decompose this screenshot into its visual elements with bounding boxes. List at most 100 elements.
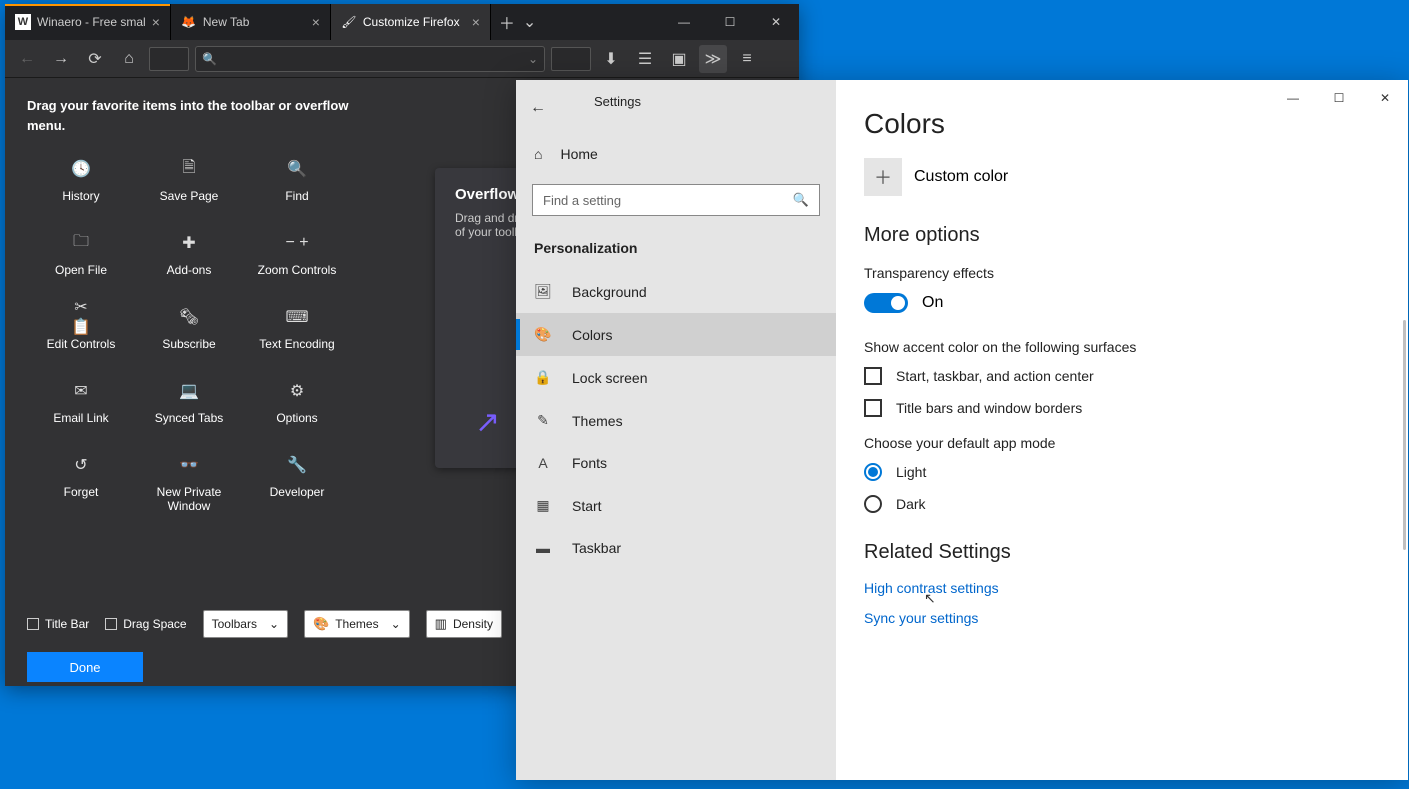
item-open-file[interactable]: 🗀Open File <box>27 233 135 277</box>
cursor-icon: ↖ <box>924 590 936 607</box>
link-high-contrast[interactable]: High contrast settings <box>864 580 1380 596</box>
home-button[interactable]: ⌂ <box>115 45 143 73</box>
favicon-firefox: 🦊 <box>181 14 197 30</box>
checkbox-titlebars[interactable]: Title bars and window borders <box>864 399 1380 417</box>
item-zoom[interactable]: − +Zoom Controls <box>243 233 351 277</box>
related-heading: Related Settings <box>864 541 1380 564</box>
favicon-winaero: W <box>15 14 31 30</box>
titlebar-checkbox[interactable]: Title Bar <box>27 617 89 631</box>
item-find[interactable]: 🔍Find <box>243 159 351 203</box>
menu-button[interactable]: ≡ <box>733 45 761 73</box>
theme-icon: 🎨 <box>313 616 329 632</box>
checkbox-start-taskbar[interactable]: Start, taskbar, and action center <box>864 367 1380 385</box>
overflow-illustration: ↗ <box>475 405 500 440</box>
dragspace-checkbox[interactable]: Drag Space <box>105 617 186 631</box>
sidebar-button[interactable]: ▣ <box>665 45 693 73</box>
transparency-toggle[interactable] <box>864 293 908 313</box>
zoom-icon: − + <box>287 233 307 253</box>
tab-label: Customize Firefox <box>363 15 460 29</box>
more-options-heading: More options <box>864 224 1380 247</box>
density-dropdown[interactable]: ▥Density <box>426 610 502 638</box>
radio-light[interactable]: Light <box>864 463 1380 481</box>
tab-label: Winaero - Free smal <box>37 15 146 29</box>
item-subscribe[interactable]: 🗞Subscribe <box>135 307 243 351</box>
tab-customize[interactable]: 🖌 Customize Firefox × <box>331 4 491 40</box>
close-button[interactable]: ✕ <box>1362 80 1408 116</box>
folder-icon: 🗀 <box>71 233 91 253</box>
flex-space[interactable] <box>149 47 189 71</box>
toolbars-dropdown[interactable]: Toolbars⌄ <box>203 610 288 638</box>
item-developer[interactable]: 🔧Developer <box>243 455 351 513</box>
firefox-tabbar: W Winaero - Free smal × 🦊 New Tab × 🖌 Cu… <box>5 4 799 40</box>
history-icon: 🕓 <box>71 159 91 179</box>
item-options[interactable]: ⚙Options <box>243 381 351 425</box>
nav-lockscreen[interactable]: 🔒Lock screen <box>516 356 836 399</box>
item-encoding[interactable]: ⌨Text Encoding <box>243 307 351 351</box>
item-email[interactable]: ✉Email Link <box>27 381 135 425</box>
accent-surfaces-label: Show accent color on the following surfa… <box>864 339 1380 355</box>
theme-icon: ✎ <box>534 412 552 429</box>
item-private[interactable]: 👓New Private Window <box>135 455 243 513</box>
flex-space[interactable] <box>551 47 591 71</box>
search-input[interactable]: Find a setting 🔍 <box>532 184 820 216</box>
link-sync-settings[interactable]: Sync your settings <box>864 610 1380 626</box>
start-icon: ▦ <box>534 497 552 514</box>
minimize-button[interactable]: — <box>1270 80 1316 116</box>
library-button[interactable]: ☰ <box>631 45 659 73</box>
transparency-label: Transparency effects <box>864 265 1380 281</box>
nav-home[interactable]: ⌂ Home <box>516 134 836 174</box>
customize-instruction: Drag your favorite items into the toolba… <box>27 96 367 135</box>
forward-button[interactable]: → <box>47 45 75 73</box>
custom-color-button[interactable]: ＋ Custom color <box>864 158 1380 196</box>
alltabs-button[interactable]: ⌄ <box>523 12 536 32</box>
find-icon: 🔍 <box>287 159 307 179</box>
settings-window: ← Settings ⌂ Home Find a setting 🔍 Perso… <box>516 80 1408 780</box>
overflow-button[interactable]: ≫ <box>699 45 727 73</box>
app-mode-label: Choose your default app mode <box>864 435 1380 451</box>
done-button[interactable]: Done <box>27 652 143 682</box>
back-button[interactable]: ← <box>13 45 41 73</box>
tab-newtab[interactable]: 🦊 New Tab × <box>171 4 331 40</box>
scrollbar-indicator[interactable] <box>1403 320 1406 550</box>
radio-dark[interactable]: Dark <box>864 495 1380 513</box>
lock-icon: 🔒 <box>534 369 552 386</box>
save-icon: 🗎 <box>179 159 199 179</box>
nav-background[interactable]: 🖼Background <box>516 270 836 313</box>
themes-dropdown[interactable]: 🎨Themes⌄ <box>304 610 410 638</box>
taskbar-icon: ▬ <box>534 540 552 556</box>
item-addons[interactable]: ✚Add-ons <box>135 233 243 277</box>
reload-button[interactable]: ⟳ <box>81 45 109 73</box>
downloads-button[interactable]: ⬇ <box>597 45 625 73</box>
nav-taskbar[interactable]: ▬Taskbar <box>516 527 836 569</box>
newtab-button[interactable]: ＋ <box>499 10 515 34</box>
item-save-page[interactable]: 🗎Save Page <box>135 159 243 203</box>
nav-themes[interactable]: ✎Themes <box>516 399 836 442</box>
chevron-down-icon[interactable]: ⌄ <box>528 52 538 66</box>
mail-icon: ✉ <box>71 381 91 401</box>
edit-icon: ✂📋 <box>71 307 91 327</box>
maximize-button[interactable]: ☐ <box>1316 80 1362 116</box>
search-bar[interactable]: 🔍 ⌄ <box>195 46 545 72</box>
close-icon[interactable]: × <box>152 14 160 30</box>
nav-start[interactable]: ▦Start <box>516 484 836 527</box>
close-icon[interactable]: × <box>312 14 320 30</box>
item-edit[interactable]: ✂📋Edit Controls <box>27 307 135 351</box>
close-icon[interactable]: × <box>472 14 480 30</box>
font-icon: A <box>534 455 552 471</box>
minimize-button[interactable]: — <box>661 4 707 40</box>
item-history[interactable]: 🕓History <box>27 159 135 203</box>
tab-tools: ＋ ⌄ <box>491 4 544 40</box>
nav-fonts[interactable]: AFonts <box>516 442 836 484</box>
tab-winaero[interactable]: W Winaero - Free smal × <box>5 4 171 40</box>
back-button[interactable]: ← <box>516 90 560 126</box>
item-synced[interactable]: 💻Synced Tabs <box>135 381 243 425</box>
picture-icon: 🖼 <box>534 283 552 300</box>
item-forget[interactable]: ↺Forget <box>27 455 135 513</box>
puzzle-icon: ✚ <box>179 233 199 253</box>
paintbrush-icon: 🖌 <box>341 14 357 30</box>
palette-icon: 🎨 <box>534 326 552 343</box>
chevron-down-icon: ⌄ <box>391 617 401 631</box>
nav-colors[interactable]: 🎨Colors <box>516 313 836 356</box>
maximize-button[interactable]: ☐ <box>707 4 753 40</box>
close-button[interactable]: ✕ <box>753 4 799 40</box>
